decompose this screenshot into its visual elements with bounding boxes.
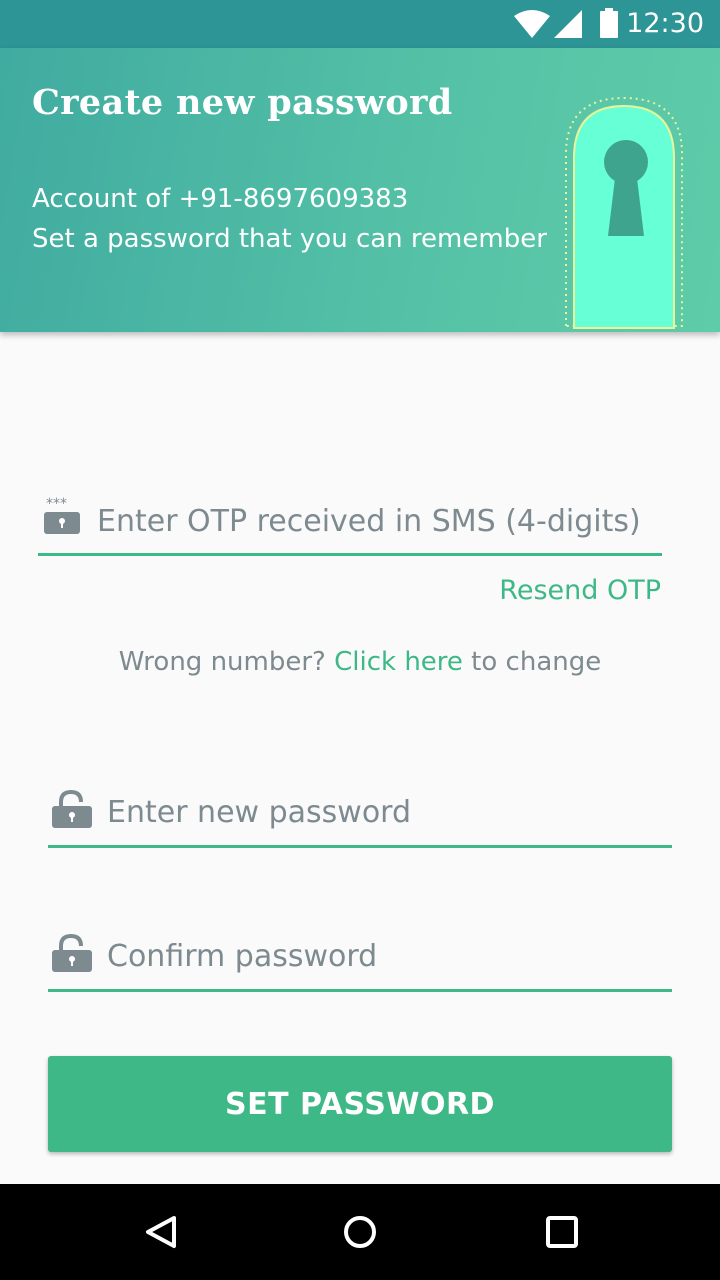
unlocked-padlock-icon [52,934,92,972]
unlocked-padlock-icon [52,790,92,828]
password-hint: Set a password that you can remember [32,224,547,254]
otp-lock-icon: *** [44,496,80,534]
new-password-field[interactable]: Enter new password [48,788,672,848]
otp-field[interactable]: *** Enter OTP received in SMS (4-digits) [38,496,662,556]
otp-placeholder: Enter OTP received in SMS (4-digits) [97,504,641,539]
svg-text:***: *** [46,496,67,512]
set-password-button[interactable]: SET PASSWORD [48,1056,672,1152]
resend-otp-link[interactable]: Resend OTP [499,575,661,606]
back-icon[interactable] [142,1214,178,1250]
status-bar: 12:30 [0,0,720,48]
wrong-number-prefix: Wrong number? [118,647,335,677]
account-label: Account of +91-8697609383 [32,184,409,214]
navigation-bar [0,1184,720,1280]
home-icon[interactable] [342,1214,378,1250]
clock: 12:30 [626,8,704,39]
page-title: Create new password [32,82,453,123]
change-number-link[interactable]: Click here [334,647,463,677]
battery-icon [600,8,618,38]
keyhole-door-icon [565,96,683,329]
wrong-number-suffix: to change [462,647,602,677]
recents-icon[interactable] [544,1214,580,1250]
wrong-number-text: Wrong number? Click here to change [0,647,720,677]
confirm-password-field[interactable]: Confirm password [48,932,672,992]
header-banner: Create new password Account of +91-86976… [0,48,720,332]
new-password-placeholder: Enter new password [107,795,412,830]
confirm-password-placeholder: Confirm password [107,939,378,974]
signal-icon [554,10,582,38]
wifi-icon [514,10,550,38]
